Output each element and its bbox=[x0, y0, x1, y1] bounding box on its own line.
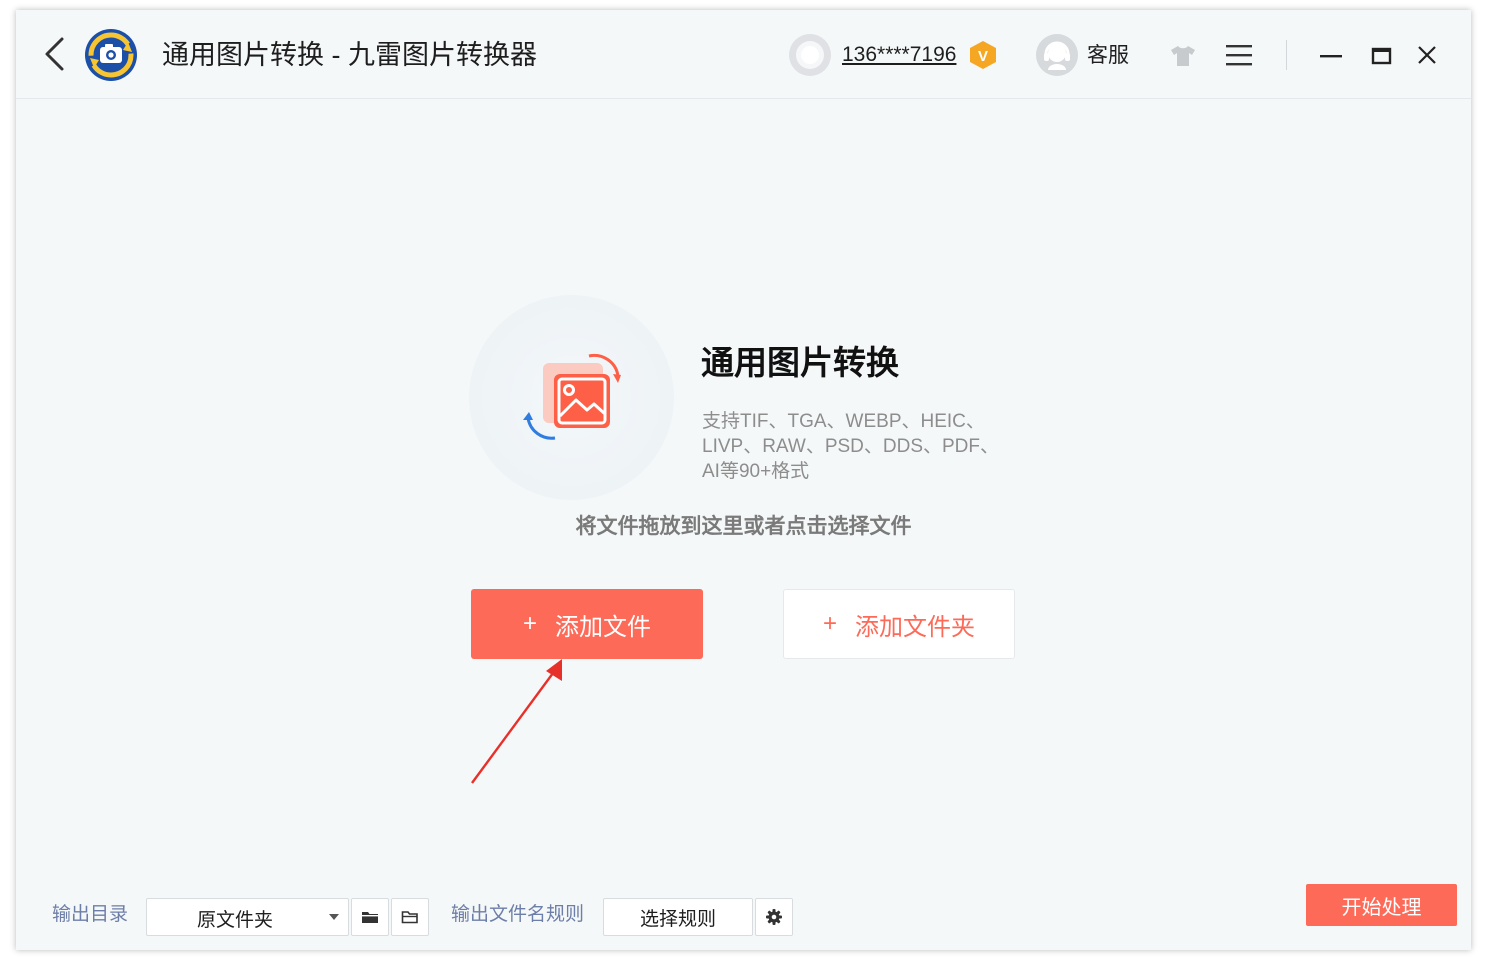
skin-tshirt-icon[interactable] bbox=[1169, 44, 1197, 68]
output-directory-label: 输出目录 bbox=[52, 904, 129, 925]
start-processing-button[interactable]: 开始处理 bbox=[1306, 884, 1457, 926]
user-avatar[interactable] bbox=[789, 34, 831, 76]
add-folder-label: 添加文件夹 bbox=[855, 613, 975, 641]
image-convert-icon bbox=[523, 353, 621, 440]
dropdown-caret-icon bbox=[329, 914, 339, 920]
folder-icon bbox=[362, 912, 378, 923]
app-window: 通用图片转换 - 九雷图片转换器 136****7196 V 客服 通用图片转换… bbox=[16, 10, 1471, 950]
supported-formats-text: 支持TIF、TGA、WEBP、HEIC、 LIVP、RAW、PSD、DDS、PD… bbox=[702, 409, 1032, 484]
menu-icon[interactable] bbox=[1226, 44, 1254, 66]
headset-icon bbox=[1036, 34, 1078, 76]
plus-icon: + bbox=[522, 610, 537, 637]
output-directory-select[interactable]: 原文件夹 bbox=[146, 898, 349, 936]
vip-badge-text: V bbox=[978, 48, 988, 65]
close-icon[interactable] bbox=[1414, 42, 1440, 68]
maximize-icon[interactable] bbox=[1370, 44, 1394, 68]
add-file-label: 添加文件 bbox=[555, 613, 651, 641]
customer-service-label[interactable]: 客服 bbox=[1087, 43, 1129, 69]
supported-formats-line: 支持TIF、TGA、WEBP、HEIC、 bbox=[702, 411, 985, 432]
feature-title: 通用图片转换 bbox=[701, 344, 899, 381]
select-rule-button[interactable]: 选择规则 bbox=[603, 898, 753, 936]
plus-icon: + bbox=[822, 610, 837, 637]
customer-service-avatar[interactable] bbox=[1036, 34, 1078, 76]
minimize-icon[interactable] bbox=[1319, 44, 1343, 68]
output-directory-value: 原文件夹 bbox=[196, 910, 273, 931]
app-title: 通用图片转换 - 九雷图片转换器 bbox=[162, 40, 537, 70]
user-account-id[interactable]: 136****7196 bbox=[842, 42, 956, 68]
filename-rule-label: 输出文件名规则 bbox=[451, 904, 585, 925]
rule-settings-button[interactable] bbox=[755, 898, 793, 936]
add-file-button[interactable]: + 添加文件 bbox=[471, 589, 703, 659]
open-folder-button[interactable] bbox=[391, 898, 429, 936]
annotation-arrow-icon bbox=[471, 659, 562, 784]
user-avatar-icon bbox=[789, 34, 831, 76]
vip-badge-icon[interactable]: V bbox=[968, 40, 998, 70]
supported-formats-line: LIVP、RAW、PSD、DDS、PDF、 bbox=[702, 436, 999, 457]
app-logo-icon bbox=[85, 29, 137, 81]
browse-folder-button[interactable] bbox=[351, 898, 389, 936]
supported-formats-line: AI等90+格式 bbox=[702, 461, 810, 482]
titlebar-divider bbox=[1286, 40, 1287, 70]
back-arrow-icon[interactable] bbox=[42, 36, 68, 72]
title-bar: 通用图片转换 - 九雷图片转换器 136****7196 V 客服 bbox=[16, 10, 1471, 99]
gear-icon bbox=[766, 909, 782, 925]
open-folder-icon bbox=[401, 911, 418, 924]
drop-zone-hint: 将文件拖放到这里或者点击选择文件 bbox=[575, 515, 912, 538]
add-folder-button[interactable]: + 添加文件夹 bbox=[783, 589, 1015, 659]
